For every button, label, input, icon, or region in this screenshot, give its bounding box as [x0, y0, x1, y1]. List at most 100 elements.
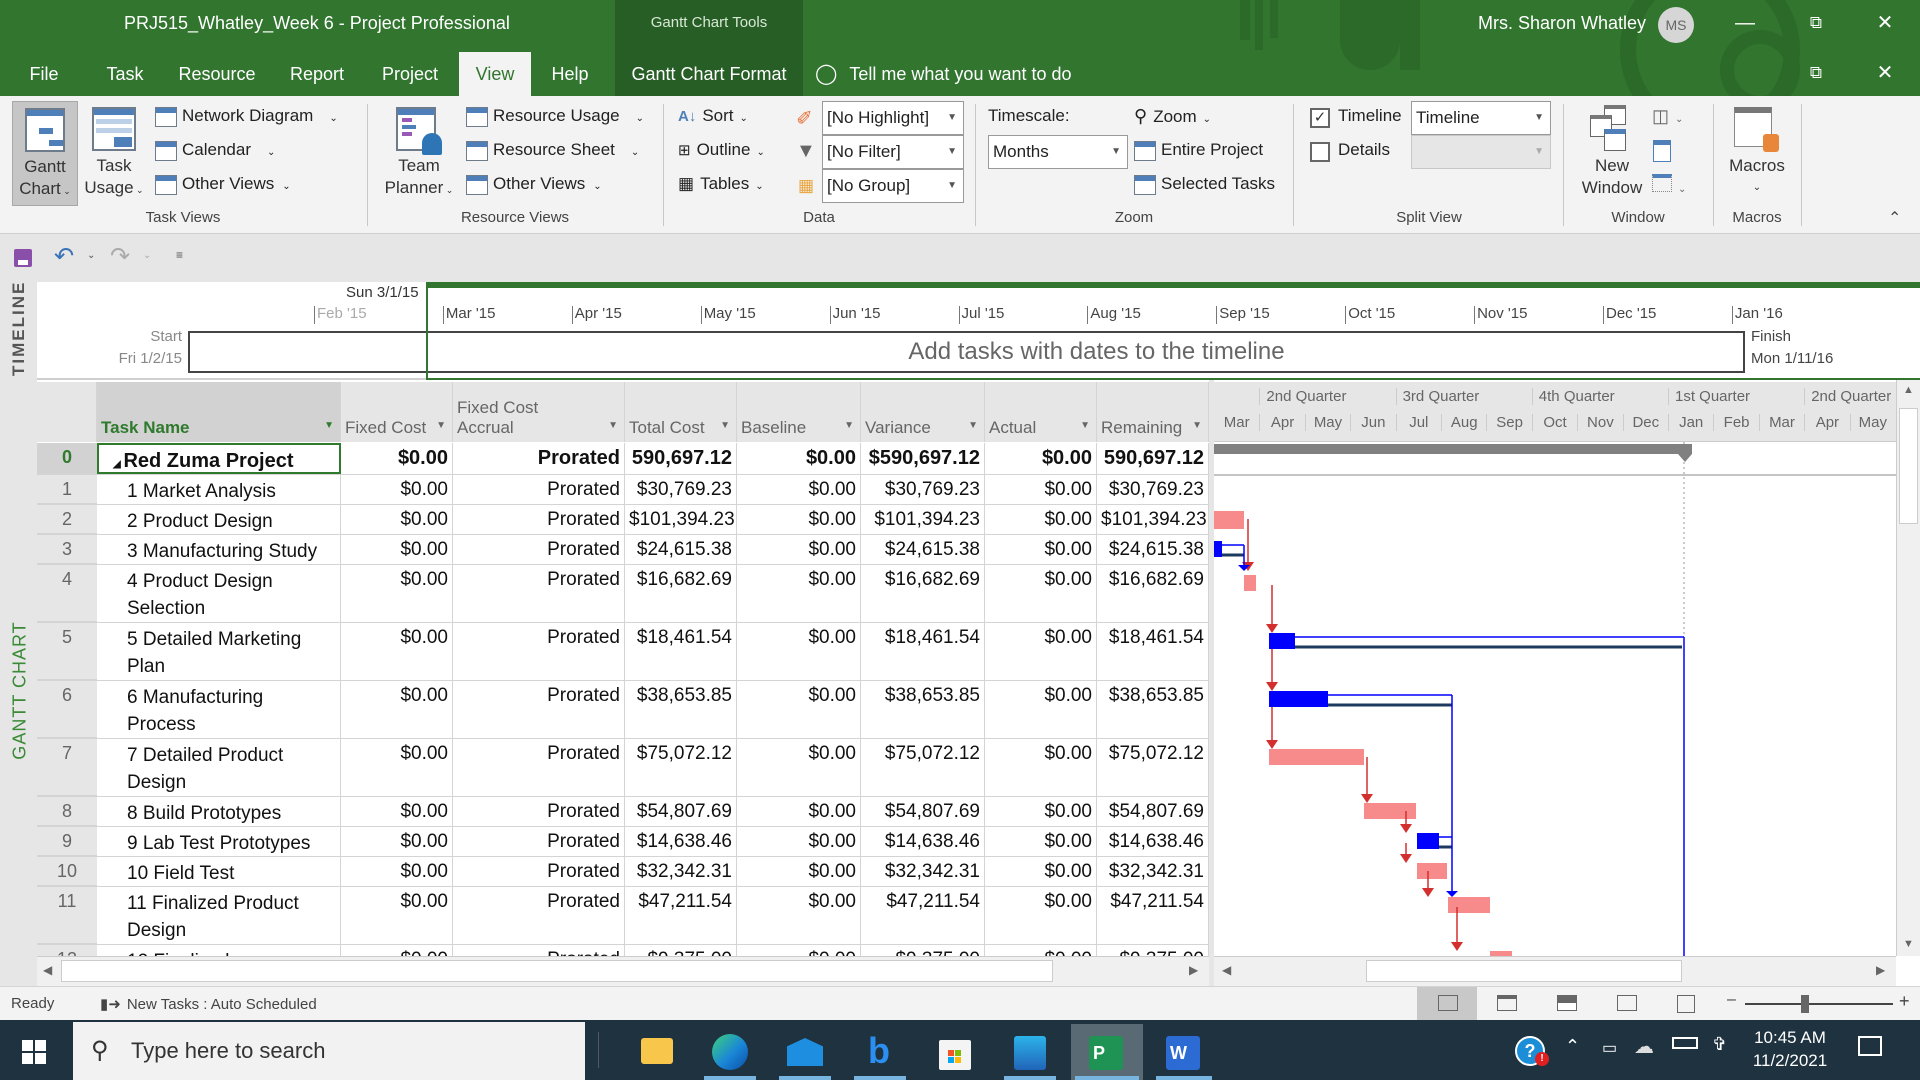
cell-baseline[interactable]: $0.00	[737, 945, 861, 956]
timeline-bar[interactable]: Add tasks with dates to the timeline	[188, 331, 1745, 373]
calendar-button[interactable]: Calendar ⌄	[155, 135, 275, 165]
wifi-icon[interactable]: ✞	[1712, 1034, 1727, 1055]
column-header-remaining[interactable]: Remaining ▼	[1097, 382, 1209, 442]
cell-accrual[interactable]: Prorated	[453, 565, 625, 622]
cell-total[interactable]: $18,461.54	[625, 623, 737, 680]
cell-variance[interactable]: $47,211.54	[861, 887, 985, 944]
cell-name[interactable]: 11 Finalized Product Design	[97, 887, 341, 944]
cell-variance[interactable]: $14,638.46	[861, 827, 985, 856]
cell-remaining[interactable]: $75,072.12	[1097, 739, 1209, 796]
cell-variance[interactable]: $32,342.31	[861, 857, 985, 886]
task-row[interactable]: 11 11 Finalized Product Design $0.00 Prorat…	[37, 887, 1209, 945]
task-row[interactable]: 11 Market Analysis $0.00 Prorated $30,769.2…	[37, 475, 1209, 505]
cell-fixed-cost[interactable]: $0.00	[341, 945, 453, 956]
tab-report[interactable]: Report	[278, 52, 356, 96]
row-number[interactable]: 2	[37, 505, 97, 534]
cell-variance[interactable]: $24,615.38	[861, 535, 985, 564]
column-header-variance[interactable]: Variance ▼	[861, 382, 985, 442]
tab-resource[interactable]: Resource	[172, 52, 262, 96]
task-row[interactable]: 66 Manufacturing Process $0.00 Prorated $38…	[37, 681, 1209, 739]
cell-variance[interactable]: $18,461.54	[861, 623, 985, 680]
cell-baseline[interactable]: $0.00	[737, 623, 861, 680]
save-button[interactable]	[14, 249, 32, 267]
column-header-total[interactable]: Total Cost ▼	[625, 382, 737, 442]
arrange-all-button[interactable]: ◫ ⌄	[1652, 106, 1683, 127]
tab-project[interactable]: Project	[372, 52, 448, 96]
column-header-accrual[interactable]: Fixed Cost Accrual ▼	[453, 382, 625, 442]
tab-file[interactable]: File	[14, 52, 74, 96]
macros-button[interactable]: Macros ⌄	[1720, 101, 1794, 206]
cell-total[interactable]: $47,211.54	[625, 887, 737, 944]
cell-variance[interactable]: $38,653.85	[861, 681, 985, 738]
cell-fixed-cost[interactable]: $0.00	[341, 443, 453, 474]
team-planner-button[interactable]: Team Planner ⌄	[378, 101, 460, 206]
user-name[interactable]: Mrs. Sharon Whatley	[1478, 13, 1646, 34]
cell-accrual[interactable]: Prorated	[453, 681, 625, 738]
cell-actual[interactable]: $0.00	[985, 887, 1097, 944]
cell-accrual[interactable]: Prorated	[453, 739, 625, 796]
column-filter-icon[interactable]: ▼	[844, 416, 854, 436]
cell-remaining[interactable]: $101,394.23	[1097, 505, 1209, 534]
cell-accrual[interactable]: Prorated	[453, 945, 625, 956]
taskbar-edge[interactable]	[700, 1024, 760, 1080]
row-number[interactable]: 0	[37, 443, 97, 474]
gantt-horizontal-scrollbar[interactable]: ◀ ▶	[1214, 956, 1896, 986]
column-filter-icon[interactable]: ▼	[720, 416, 730, 436]
view-gantt-shortcut[interactable]	[1417, 987, 1477, 1020]
battery-icon[interactable]	[1672, 1037, 1698, 1049]
cell-baseline[interactable]: $0.00	[737, 827, 861, 856]
column-filter-icon[interactable]: ▼	[608, 416, 618, 436]
column-header-name[interactable]: Task Name ▼	[97, 382, 341, 442]
cell-total[interactable]: $14,638.46	[625, 827, 737, 856]
team-planner-view-shortcut[interactable]	[1557, 995, 1577, 1011]
select-all-corner[interactable]	[37, 382, 97, 442]
cell-fixed-cost[interactable]: $0.00	[341, 827, 453, 856]
column-header-actual[interactable]: Actual ▼	[985, 382, 1097, 442]
cell-remaining[interactable]: $14,638.46	[1097, 827, 1209, 856]
cell-name[interactable]: 8 Build Prototypes	[97, 797, 341, 826]
cell-actual[interactable]: $0.00	[985, 945, 1097, 956]
cell-fixed-cost[interactable]: $0.00	[341, 739, 453, 796]
show-hidden-icons-button[interactable]: ⌃	[1565, 1036, 1580, 1057]
cell-actual[interactable]: $0.00	[985, 623, 1097, 680]
column-filter-icon[interactable]: ▼	[436, 416, 446, 436]
cell-accrual[interactable]: Prorated	[453, 887, 625, 944]
clock[interactable]: 10:45 AM 11/2/2021	[1745, 1028, 1835, 1071]
redo-dropdown[interactable]: ⌄	[143, 250, 151, 261]
new-window-button[interactable]: New Window	[1572, 101, 1652, 206]
timeline-visible-range-bar[interactable]	[426, 282, 1920, 288]
task-row[interactable]: 99 Lab Test Prototypes $0.00 Prorated $14,6…	[37, 827, 1209, 857]
cell-variance[interactable]: $30,769.23	[861, 475, 985, 504]
minimize-button[interactable]: —	[1722, 8, 1768, 38]
column-filter-icon[interactable]: ▼	[1080, 416, 1090, 436]
cell-name[interactable]: 9 Lab Test Prototypes	[97, 827, 341, 856]
tab-task[interactable]: Task	[96, 52, 154, 96]
scrollbar-thumb[interactable]	[1366, 960, 1682, 982]
outline-button[interactable]: ⊞ Outline ⌄	[678, 135, 765, 165]
cell-baseline[interactable]: $0.00	[737, 681, 861, 738]
row-number[interactable]: 10	[37, 857, 97, 886]
cell-actual[interactable]: $0.00	[985, 797, 1097, 826]
cell-variance[interactable]: $9,375.00	[861, 945, 985, 956]
cell-fixed-cost[interactable]: $0.00	[341, 475, 453, 504]
cell-variance[interactable]: $54,807.69	[861, 797, 985, 826]
cell-total[interactable]: $30,769.23	[625, 475, 737, 504]
task-row[interactable]: 44 Product Design Selection $0.00 Prorated…	[37, 565, 1209, 623]
undo-button[interactable]: ↶	[54, 242, 74, 271]
cell-name[interactable]: ◢ Red Zuma Project	[97, 443, 341, 474]
zoom-slider-thumb[interactable]	[1801, 995, 1809, 1013]
close-document-button[interactable]: ✕	[1862, 58, 1908, 88]
gantt-chart-pane[interactable]: 2nd Quarter 3rd Quarter 4th Quarter 1st Qua…	[1214, 380, 1896, 956]
cell-variance[interactable]: $75,072.12	[861, 739, 985, 796]
cell-baseline[interactable]: $0.00	[737, 565, 861, 622]
task-row[interactable]: 88 Build Prototypes $0.00 Prorated $54,807.…	[37, 797, 1209, 827]
cell-accrual[interactable]: Prorated	[453, 623, 625, 680]
cell-total[interactable]: $9,375.00	[625, 945, 737, 956]
timeline-pane[interactable]: TIMELINE Sun 3/1/15 Feb '15 Mar '15 Apr '1…	[0, 281, 1920, 380]
customize-qat-button[interactable]: ≡	[176, 248, 183, 262]
cell-variance[interactable]: $16,682.69	[861, 565, 985, 622]
cell-total[interactable]: $54,807.69	[625, 797, 737, 826]
network-diagram-button[interactable]: Network Diagram ⌄	[155, 101, 338, 131]
cell-total[interactable]: $38,653.85	[625, 681, 737, 738]
gantt-chart-button[interactable]: Gantt Chart ⌄	[12, 101, 78, 206]
